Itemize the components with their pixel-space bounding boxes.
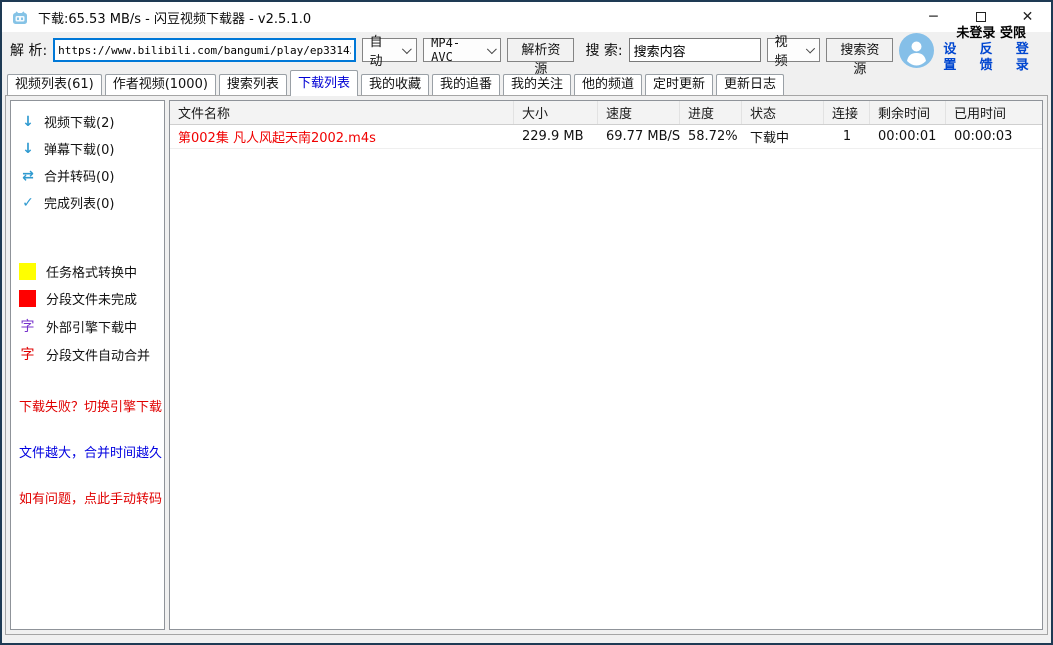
- column-header-size[interactable]: 大小: [514, 101, 598, 124]
- format-value: MP4-AVC: [431, 36, 479, 64]
- check-icon: ✓: [21, 195, 35, 211]
- legend: 任务格式转换中 分段文件未完成 字 外部引擎下载中 字 分段文件自动合并: [11, 258, 164, 368]
- auto-mode-select[interactable]: 自动: [362, 38, 418, 62]
- column-header-status[interactable]: 状态: [742, 101, 824, 124]
- search-resource-button[interactable]: 搜索资源: [826, 38, 893, 62]
- table-row[interactable]: 第002集 凡人风起天南2002.m4s 229.9 MB 69.77 MB/S…: [170, 125, 1042, 149]
- tab-download-list[interactable]: 下载列表: [290, 70, 358, 96]
- cell-status: 下载中: [742, 127, 824, 146]
- column-header-progress[interactable]: 进度: [680, 101, 742, 124]
- maximize-icon: [976, 12, 986, 22]
- download-table: 文件名称 大小 速度 进度 状态 连接 剩余时间 已用时间 第002集 凡人风起…: [169, 100, 1043, 630]
- tab-search-list[interactable]: 搜索列表: [219, 74, 287, 95]
- char-red-icon: 字: [19, 344, 36, 364]
- auto-mode-value: 自动: [370, 31, 395, 69]
- chevron-down-icon: [806, 44, 815, 53]
- cell-filename: 第002集 凡人风起天南2002.m4s: [170, 127, 514, 146]
- format-select[interactable]: MP4-AVC: [423, 38, 501, 62]
- sidebar-item-completed-list[interactable]: ✓ 完成列表(0): [11, 189, 164, 216]
- legend-label: 外部引擎下载中: [46, 317, 137, 336]
- legend-label: 分段文件自动合并: [46, 345, 150, 364]
- column-header-speed[interactable]: 速度: [598, 101, 680, 124]
- cell-elapsed: 00:00:03: [946, 129, 1042, 144]
- toolbar: 解 析: 自动 MP4-AVC 解析资源 搜 索: 视频 搜索资源: [2, 32, 1051, 68]
- search-type-select[interactable]: 视频: [767, 38, 821, 62]
- legend-item-segment-incomplete: 分段文件未完成: [11, 285, 164, 312]
- legend-item-auto-merge: 字 分段文件自动合并: [11, 340, 164, 368]
- tab-his-channel[interactable]: 他的频道: [574, 74, 642, 95]
- tab-favorites[interactable]: 我的收藏: [361, 74, 429, 95]
- chevron-down-icon: [487, 44, 497, 54]
- tip-merge-time: 文件越大，合并时间越久: [11, 442, 164, 461]
- tab-bar: 视频列表(61) 作者视频(1000) 搜索列表 下载列表 我的收藏 我的追番 …: [2, 68, 1051, 95]
- red-swatch: [19, 290, 36, 307]
- parse-resource-button[interactable]: 解析资源: [507, 38, 574, 62]
- app-window: 下载:65.53 MB/s - 闪豆视频下载器 - v2.5.1.0 ─ ✕ 解…: [0, 0, 1053, 645]
- window-title: 下载:65.53 MB/s - 闪豆视频下载器 - v2.5.1.0: [38, 8, 311, 27]
- sidebar-item-merge-transcode[interactable]: ⇄ 合并转码(0): [11, 162, 164, 189]
- search-input[interactable]: [629, 38, 761, 62]
- sidebar: ↓ 视频下载(2) ↓ 弹幕下载(0) ⇄ 合并转码(0) ✓ 完成列表(0) …: [10, 100, 165, 630]
- column-header-elapsed[interactable]: 已用时间: [946, 101, 1042, 124]
- char-purple-icon: 字: [19, 316, 36, 336]
- column-header-remaining[interactable]: 剩余时间: [870, 101, 946, 124]
- url-input[interactable]: [53, 38, 355, 62]
- cell-remaining: 00:00:01: [870, 129, 946, 144]
- tab-author-videos[interactable]: 作者视频(1000): [105, 74, 216, 95]
- column-header-filename[interactable]: 文件名称: [170, 101, 514, 124]
- app-logo-icon: [11, 8, 29, 26]
- tab-my-bangumi[interactable]: 我的追番: [432, 74, 500, 95]
- avatar[interactable]: [899, 33, 934, 68]
- account-area: 未登录 受限 设置 反馈 登录: [899, 26, 1043, 74]
- yellow-swatch: [19, 263, 36, 280]
- swap-arrows-icon: ⇄: [21, 168, 35, 184]
- cell-speed: 69.77 MB/S: [598, 129, 680, 144]
- tab-my-follows[interactable]: 我的关注: [503, 74, 571, 95]
- tab-video-list[interactable]: 视频列表(61): [7, 74, 102, 95]
- tab-scheduled-update[interactable]: 定时更新: [645, 74, 713, 95]
- sidebar-item-label: 完成列表(0): [44, 193, 114, 212]
- cell-connections: 1: [824, 129, 870, 144]
- chevron-down-icon: [402, 44, 412, 54]
- parse-label: 解 析:: [10, 40, 47, 60]
- sidebar-item-video-download[interactable]: ↓ 视频下载(2): [11, 108, 164, 135]
- cell-progress: 58.72%: [680, 129, 742, 144]
- column-header-connections[interactable]: 连接: [824, 101, 870, 124]
- tab-changelog[interactable]: 更新日志: [716, 74, 784, 95]
- legend-item-transcoding: 任务格式转换中: [11, 258, 164, 285]
- legend-item-external-engine: 字 外部引擎下载中: [11, 312, 164, 340]
- sidebar-item-danmaku-download[interactable]: ↓ 弹幕下载(0): [11, 135, 164, 162]
- tips: 下载失败？切换引擎下载 文件越大，合并时间越久 如有问题，点此手动转码: [11, 396, 164, 507]
- tip-switch-engine[interactable]: 下载失败？切换引擎下载: [11, 396, 164, 415]
- sidebar-item-label: 合并转码(0): [44, 166, 114, 185]
- search-label: 搜 索:: [585, 40, 622, 60]
- legend-label: 分段文件未完成: [46, 289, 137, 308]
- content-area: ↓ 视频下载(2) ↓ 弹幕下载(0) ⇄ 合并转码(0) ✓ 完成列表(0) …: [5, 95, 1048, 635]
- tip-manual-transcode[interactable]: 如有问题，点此手动转码: [11, 488, 164, 507]
- legend-label: 任务格式转换中: [46, 262, 137, 281]
- sidebar-item-label: 视频下载(2): [44, 112, 114, 131]
- cell-size: 229.9 MB: [514, 129, 598, 144]
- sidebar-item-label: 弹幕下载(0): [44, 139, 114, 158]
- table-header: 文件名称 大小 速度 进度 状态 连接 剩余时间 已用时间: [170, 101, 1042, 125]
- login-status: 未登录 受限: [956, 26, 1026, 42]
- search-type-value: 视频: [775, 31, 798, 69]
- title-bar: 下载:65.53 MB/s - 闪豆视频下载器 - v2.5.1.0 ─ ✕: [2, 2, 1051, 32]
- download-arrow-icon: ↓: [21, 114, 35, 130]
- download-arrow-icon: ↓: [21, 141, 35, 157]
- account-info: 未登录 受限 设置 反馈 登录: [943, 26, 1039, 74]
